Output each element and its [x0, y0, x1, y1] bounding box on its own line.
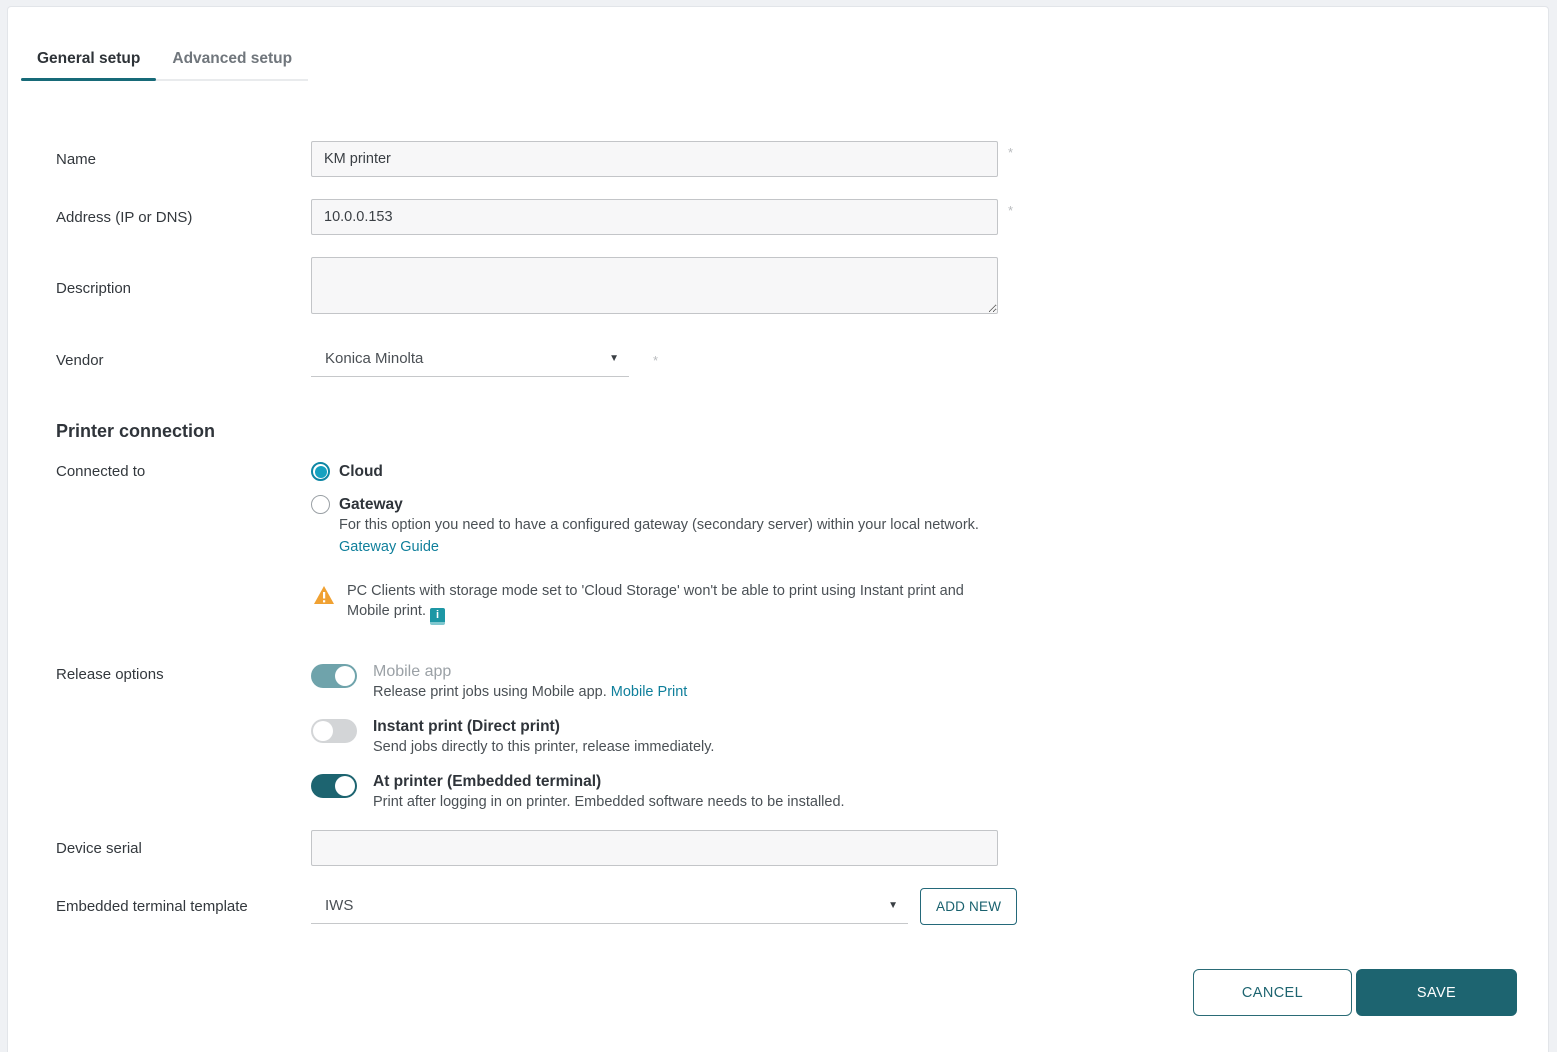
- chevron-down-icon: ▼: [888, 900, 898, 911]
- gateway-description: For this option you need to have a confi…: [339, 516, 979, 536]
- gateway-radio-label[interactable]: Gateway: [339, 496, 403, 514]
- terminal-template-value: IWS: [325, 897, 353, 914]
- description-input[interactable]: [311, 257, 998, 314]
- vendor-row: Vendor Konica Minolta ▼ *: [56, 343, 1548, 377]
- chevron-down-icon: ▼: [609, 353, 619, 364]
- mobile-app-toggle[interactable]: [311, 664, 357, 688]
- mobile-app-title: Mobile app: [373, 663, 687, 681]
- required-asterisk: *: [653, 353, 658, 368]
- mobile-print-link[interactable]: Mobile Print: [611, 684, 688, 700]
- connected-to-label: Connected to: [56, 462, 311, 480]
- instant-print-title: Instant print (Direct print): [373, 718, 714, 736]
- printer-setup-panel: General setup Advanced setup Name * Addr…: [7, 6, 1549, 1052]
- name-row: Name *: [56, 141, 1548, 177]
- save-button[interactable]: SAVE: [1356, 969, 1517, 1016]
- required-asterisk: *: [1008, 145, 1013, 160]
- description-label: Description: [56, 280, 311, 297]
- radio-option-gateway: Gateway: [311, 495, 998, 514]
- toggle-row-instant-print: Instant print (Direct print) Send jobs d…: [311, 718, 998, 755]
- cloud-radio-label[interactable]: Cloud: [339, 463, 383, 481]
- cloud-radio[interactable]: [311, 462, 330, 481]
- device-serial-row: Device serial: [56, 830, 1548, 866]
- terminal-template-label: Embedded terminal template: [56, 898, 311, 915]
- device-serial-input[interactable]: [311, 830, 998, 866]
- gateway-radio[interactable]: [311, 495, 330, 514]
- instant-print-toggle[interactable]: [311, 719, 357, 743]
- printer-form: Name * Address (IP or DNS) * Description…: [8, 81, 1548, 925]
- printer-connection-heading: Printer connection: [56, 421, 1548, 442]
- terminal-template-select[interactable]: IWS ▼: [311, 890, 908, 924]
- required-asterisk: *: [1008, 203, 1013, 218]
- toggle-row-mobile-app: Mobile app Release print jobs using Mobi…: [311, 663, 998, 700]
- name-label: Name: [56, 151, 311, 168]
- form-actions: CANCEL SAVE: [1193, 969, 1517, 1016]
- name-input[interactable]: [311, 141, 998, 177]
- add-new-button[interactable]: ADD NEW: [920, 888, 1017, 925]
- release-options-row: Release options Mobile app Release print…: [56, 663, 1548, 810]
- at-printer-description: Print after logging in on printer. Embed…: [373, 794, 845, 810]
- cloud-storage-warning: PC Clients with storage mode set to 'Clo…: [311, 581, 998, 625]
- connected-to-row: Connected to Cloud Gateway For this opti…: [56, 462, 1548, 625]
- documentation-info-icon[interactable]: i: [430, 608, 445, 625]
- address-label: Address (IP or DNS): [56, 209, 311, 226]
- vendor-select[interactable]: Konica Minolta ▼: [311, 343, 629, 377]
- terminal-template-row: Embedded terminal template IWS ▼ ADD NEW: [56, 888, 1548, 925]
- toggle-row-at-printer: At printer (Embedded terminal) Print aft…: [311, 773, 998, 810]
- vendor-label: Vendor: [56, 352, 311, 369]
- at-printer-title: At printer (Embedded terminal): [373, 773, 845, 791]
- release-options-label: Release options: [56, 663, 311, 683]
- warning-icon: [313, 585, 335, 610]
- gateway-guide-link[interactable]: Gateway Guide: [339, 539, 439, 555]
- vendor-select-value: Konica Minolta: [325, 350, 423, 367]
- tab-general-setup[interactable]: General setup: [21, 39, 156, 79]
- cancel-button[interactable]: CANCEL: [1193, 969, 1352, 1016]
- address-input[interactable]: [311, 199, 998, 235]
- radio-option-cloud: Cloud: [311, 462, 998, 481]
- setup-tabs: General setup Advanced setup: [21, 39, 308, 81]
- address-row: Address (IP or DNS) *: [56, 199, 1548, 235]
- instant-print-description: Send jobs directly to this printer, rele…: [373, 739, 714, 755]
- at-printer-toggle[interactable]: [311, 774, 357, 798]
- device-serial-label: Device serial: [56, 840, 311, 857]
- description-row: Description: [56, 257, 1548, 319]
- tab-advanced-setup[interactable]: Advanced setup: [156, 39, 308, 79]
- mobile-app-description: Release print jobs using Mobile app.: [373, 684, 607, 700]
